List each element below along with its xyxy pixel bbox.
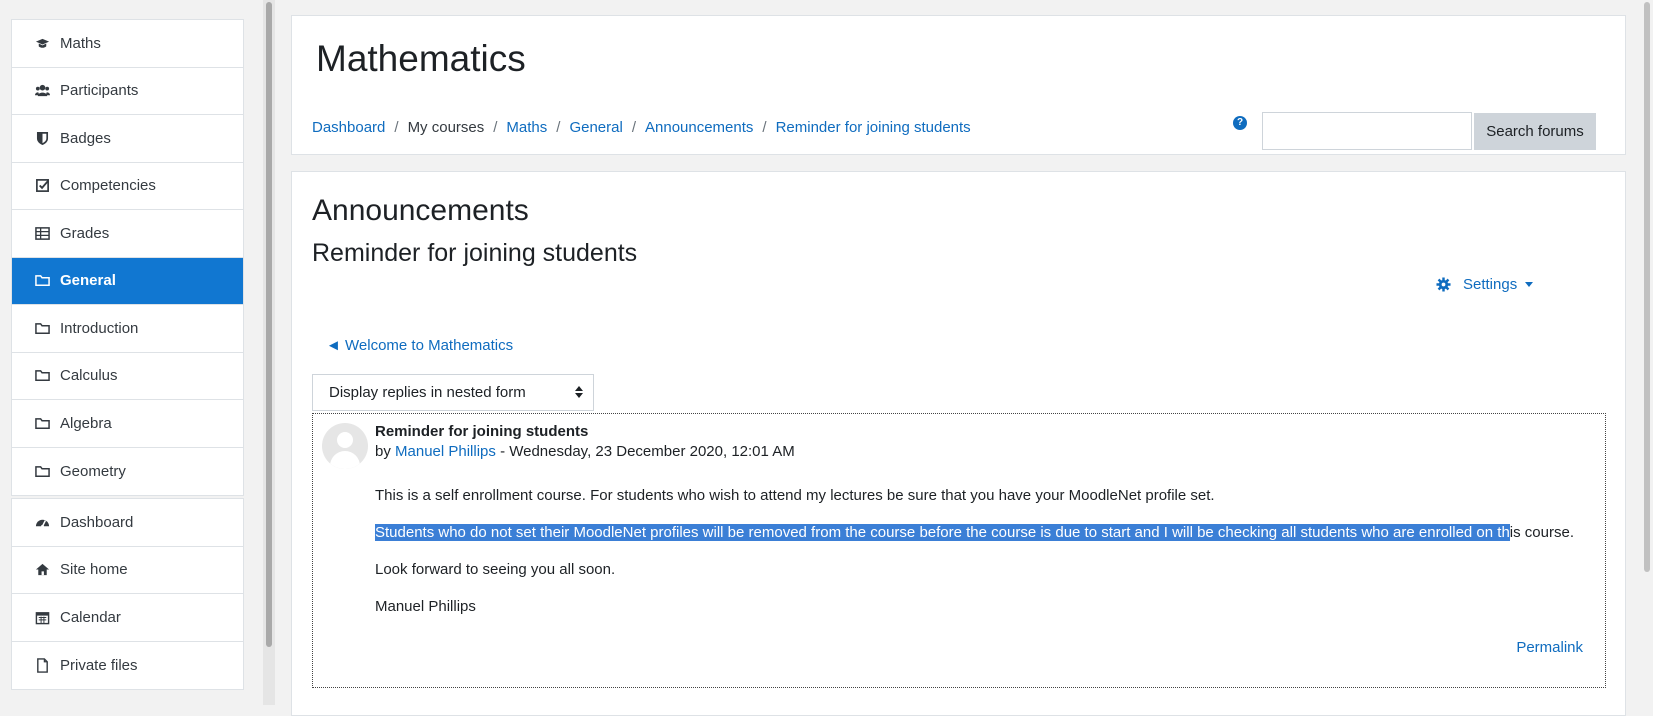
sidebar-item-label: Site home <box>60 561 128 579</box>
discussion-title: Reminder for joining students <box>312 239 638 267</box>
byline-by: by <box>375 443 391 460</box>
breadcrumb-separator: / <box>394 119 399 136</box>
breadcrumb-general[interactable]: General <box>569 119 622 136</box>
folder-icon <box>34 463 51 479</box>
sidebar-item-maths[interactable]: Maths <box>12 20 243 68</box>
sidebar-item-algebra[interactable]: Algebra <box>12 400 243 448</box>
sidebar-item-general[interactable]: General <box>12 257 243 305</box>
post-date: - Wednesday, 23 December 2020, 12:01 AM <box>500 443 795 460</box>
sidebar-item-private-files[interactable]: Private files <box>12 642 243 690</box>
file-icon <box>34 657 51 673</box>
course-sidebar: Maths Participants Badges Competencies G… <box>0 0 263 705</box>
sidebar-scrollbar[interactable] <box>263 0 275 705</box>
breadcrumb: Dashboard / My courses / Maths / General… <box>312 119 971 136</box>
forum-title: Announcements <box>312 194 529 227</box>
sidebar-item-label: Participants <box>60 82 139 100</box>
sidebar-item-geometry[interactable]: Geometry <box>12 448 243 496</box>
forum-post: Reminder for joining students by Manuel … <box>312 413 1606 688</box>
sidebar-item-calculus[interactable]: Calculus <box>12 353 243 400</box>
sidebar-item-grades[interactable]: Grades <box>12 210 243 258</box>
post-paragraph: This is a self enrollment course. For st… <box>375 487 1215 504</box>
breadcrumb-current[interactable]: Reminder for joining students <box>776 119 971 136</box>
page-title: Mathematics <box>316 38 526 79</box>
tachometer-icon <box>34 514 51 530</box>
sidebar-item-calendar[interactable]: Calendar <box>12 594 243 642</box>
sidebar-item-label: Competencies <box>60 177 156 195</box>
post-signature: Manuel Phillips <box>375 598 476 615</box>
breadcrumb-maths[interactable]: Maths <box>506 119 547 136</box>
sidebar-item-label: Dashboard <box>60 513 134 531</box>
folder-icon <box>34 415 51 431</box>
display-mode-value: Display replies in nested form <box>329 384 526 401</box>
unselected-text: is course. <box>1509 524 1574 541</box>
sidebar-item-label: General <box>60 272 116 290</box>
search-forums-button[interactable]: Search forums <box>1474 113 1596 150</box>
settings-menu-button[interactable]: Settings <box>1436 276 1534 293</box>
main-region: Mathematics Dashboard / My courses / Mat… <box>276 0 1640 716</box>
calendar-icon <box>34 609 51 625</box>
sidebar-item-label: Badges <box>60 129 111 147</box>
post-body: This is a self enrollment course. For st… <box>375 486 1595 634</box>
post-paragraph: Look forward to seeing you all soon. <box>375 561 616 578</box>
sidebar-item-competencies[interactable]: Competencies <box>12 163 243 210</box>
sidebar-scrollbar-thumb[interactable] <box>266 2 272 647</box>
shield-icon <box>34 130 51 146</box>
page-scrollbar[interactable] <box>1640 0 1653 705</box>
avatar[interactable] <box>322 423 368 469</box>
table-icon <box>34 225 51 241</box>
selected-text: Students who do not set their MoodleNet … <box>375 524 1510 541</box>
check-square-icon <box>34 178 51 194</box>
breadcrumb-separator: / <box>631 119 636 136</box>
breadcrumb-dashboard[interactable]: Dashboard <box>312 119 385 136</box>
settings-label: Settings <box>1463 276 1518 293</box>
post-subject: Reminder for joining students <box>375 423 589 440</box>
sidebar-item-label: Grades <box>60 224 110 242</box>
sidebar-item-label: Introduction <box>60 319 139 337</box>
display-mode-select[interactable]: Display replies in nested form <box>312 374 594 411</box>
post-paragraph: Students who do not set their MoodleNet … <box>375 523 1595 542</box>
search-forums-input[interactable] <box>1262 112 1472 150</box>
page-scrollbar-thumb[interactable] <box>1644 2 1650 572</box>
page-header: Mathematics Dashboard / My courses / Mat… <box>291 15 1626 155</box>
sidebar-item-label: Calendar <box>60 608 121 626</box>
folder-icon <box>34 273 51 289</box>
sidebar-item-participants[interactable]: Participants <box>12 68 243 115</box>
sidebar-item-dashboard[interactable]: Dashboard <box>12 499 243 547</box>
discussion-card: Announcements Reminder for joining stude… <box>291 171 1626 716</box>
breadcrumb-separator: / <box>493 119 498 136</box>
permalink-link[interactable]: Permalink <box>1516 639 1583 656</box>
select-arrows-icon <box>575 386 583 398</box>
home-icon <box>34 562 51 578</box>
gear-icon <box>1436 277 1451 292</box>
sidebar-item-introduction[interactable]: Introduction <box>12 305 243 353</box>
sidebar-item-label: Private files <box>60 656 138 674</box>
users-icon <box>34 83 51 99</box>
sidebar-item-label: Calculus <box>60 367 118 385</box>
sidebar-item-label: Algebra <box>60 414 112 432</box>
sidebar-item-site-home[interactable]: Site home <box>12 547 243 594</box>
graduation-cap-icon <box>34 35 51 51</box>
previous-discussion-link[interactable]: ◄ Welcome to Mathematics <box>326 337 513 354</box>
help-icon[interactable]: ? <box>1233 116 1247 130</box>
breadcrumb-separator: / <box>556 119 561 136</box>
breadcrumb-announcements[interactable]: Announcements <box>645 119 753 136</box>
sidebar-item-label: Maths <box>60 34 101 52</box>
sidebar-item-badges[interactable]: Badges <box>12 115 243 163</box>
post-byline: by Manuel Phillips - Wednesday, 23 Decem… <box>375 443 795 460</box>
site-nav-group: Dashboard Site home Calendar Private fil… <box>11 498 244 690</box>
folder-icon <box>34 320 51 336</box>
sidebar-item-label: Geometry <box>60 462 126 480</box>
course-nav-group: Maths Participants Badges Competencies G… <box>11 19 244 496</box>
breadcrumb-separator: / <box>762 119 767 136</box>
folder-icon <box>34 368 51 384</box>
breadcrumb-my-courses: My courses <box>407 119 485 136</box>
chevron-down-icon <box>1525 282 1534 287</box>
post-author-link[interactable]: Manuel Phillips <box>395 443 496 460</box>
